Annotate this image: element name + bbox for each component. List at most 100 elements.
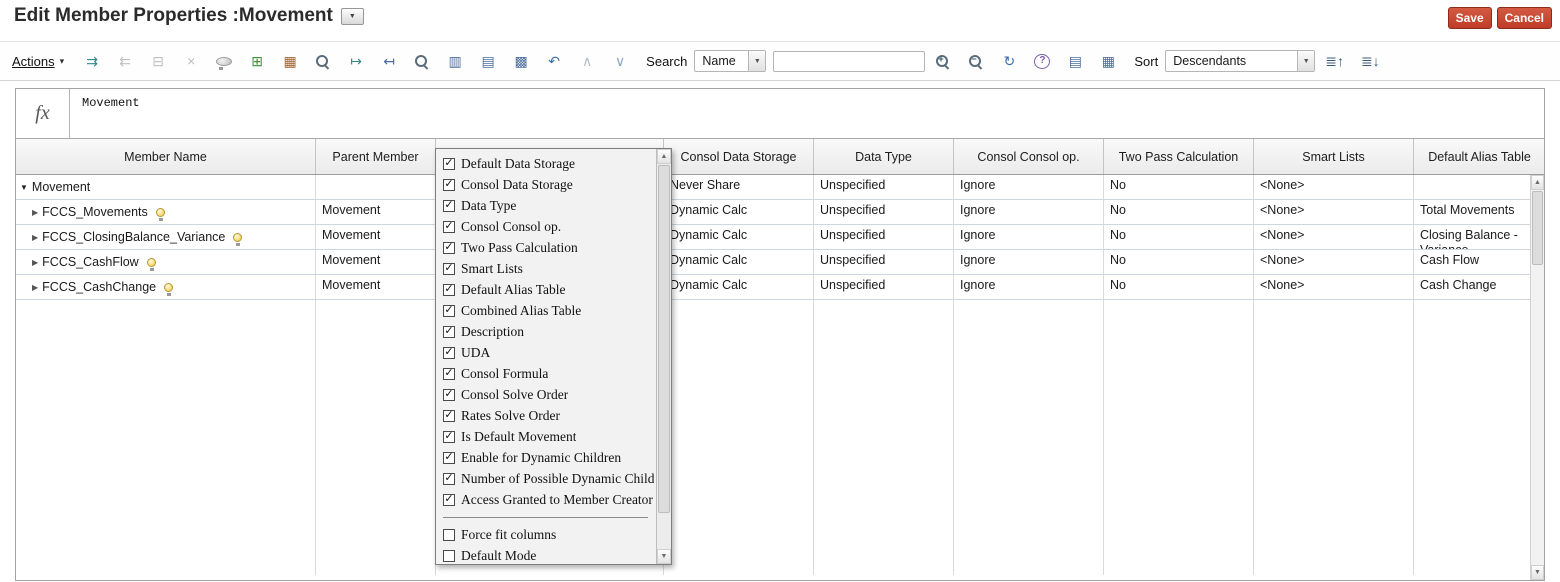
column-menu-item[interactable]: ✓Access Granted to Member Creator [443, 489, 654, 510]
column-header[interactable]: Consol Consol op. [954, 139, 1104, 174]
column-menu-item[interactable]: ✓Rates Solve Order [443, 405, 654, 426]
table-row[interactable]: ▼MovementNever ShareUnspecifiedIgnoreNo<… [16, 175, 1544, 200]
checkbox-checked[interactable]: ✓ [443, 410, 455, 422]
member-selector-dropdown[interactable]: ▼ [341, 8, 364, 25]
column-menu-item[interactable]: ✓Consol Solve Order [443, 384, 654, 405]
save-button[interactable]: Save [1448, 7, 1492, 29]
column-menu-item[interactable]: ✓Combined Alias Table [443, 300, 654, 321]
checkbox-checked[interactable]: ✓ [443, 305, 455, 317]
checkbox-unchecked[interactable] [443, 529, 455, 541]
column-menu-item[interactable]: ✓Data Type [443, 195, 654, 216]
sort-descending-icon[interactable]: ≣↓ [1361, 53, 1380, 69]
checkbox-checked[interactable]: ✓ [443, 347, 455, 359]
add-member-icon[interactable]: ⊞ [249, 53, 265, 69]
vertical-scrollbar[interactable]: ▲ ▼ [1530, 175, 1544, 580]
column-header[interactable]: Default Alias Table [1414, 139, 1545, 174]
checkbox-checked[interactable]: ✓ [443, 242, 455, 254]
column-menu-item[interactable]: ✓Default Data Storage [443, 153, 654, 174]
column-menu-item[interactable]: Force fit columns [443, 524, 654, 545]
sort-select[interactable]: Descendants ▼ [1165, 50, 1315, 72]
expand-node-icon[interactable]: ▶ [32, 280, 38, 295]
table-view-icon[interactable]: ▦ [1100, 53, 1116, 69]
checkbox-checked[interactable]: ✓ [443, 284, 455, 296]
column-menu-item[interactable]: Default Mode [443, 545, 654, 564]
checkbox-checked[interactable]: ✓ [443, 326, 455, 338]
column-menu-item[interactable]: ✓Consol Data Storage [443, 174, 654, 195]
checkbox-checked[interactable]: ✓ [443, 389, 455, 401]
zoom-out-icon[interactable]: − [968, 54, 984, 69]
checkbox-checked[interactable]: ✓ [443, 200, 455, 212]
actions-menu[interactable]: Actions ▾ [12, 54, 64, 69]
column-menu-item[interactable]: ✓Consol Formula [443, 363, 654, 384]
column-header[interactable]: Member Name [16, 139, 316, 174]
sort-ascending-icon[interactable]: ≣↑ [1325, 53, 1344, 69]
checkbox-checked[interactable]: ✓ [443, 221, 455, 233]
scroll-thumb[interactable] [1532, 191, 1543, 265]
table-row[interactable]: ▶FCCS_CashChangeMovementDynamic CalcUnsp… [16, 275, 1544, 300]
checkbox-checked[interactable]: ✓ [443, 158, 455, 170]
column-header[interactable]: Data Type [814, 139, 954, 174]
scroll-thumb[interactable] [658, 165, 670, 513]
collapse-node-icon[interactable]: ▼ [20, 180, 28, 195]
scroll-up-button[interactable]: ▲ [1531, 175, 1544, 190]
help-icon[interactable]: ? [1034, 54, 1050, 69]
popup-scrollbar[interactable]: ▲ ▼ [656, 149, 671, 564]
table-row[interactable]: ▶FCCS_CashFlowMovementDynamic CalcUnspec… [16, 250, 1544, 275]
cancel-button[interactable]: Cancel [1497, 7, 1552, 29]
select-rows-icon[interactable]: ▤ [480, 53, 496, 69]
checkbox-checked[interactable]: ✓ [443, 179, 455, 191]
member-name-cell: ▼Movement [16, 175, 316, 200]
next-icon[interactable]: ∨ [612, 53, 628, 69]
scroll-up-button[interactable]: ▲ [657, 149, 671, 164]
column-header[interactable]: Two Pass Calculation [1104, 139, 1254, 174]
column-menu-item[interactable]: ✓Description [443, 321, 654, 342]
checkbox-checked[interactable]: ✓ [443, 431, 455, 443]
expand-node-icon[interactable]: ▶ [32, 230, 38, 245]
search-tree-icon[interactable] [315, 54, 331, 69]
keep-members-icon[interactable]: ⊟ [150, 53, 166, 69]
expand-node-icon[interactable]: ▶ [32, 205, 38, 220]
column-menu-item[interactable]: ✓Enable for Dynamic Children [443, 447, 654, 468]
shared-member-toolbar-icon[interactable] [216, 57, 232, 66]
table-row[interactable]: ▶FCCS_MovementsMovementDynamic CalcUnspe… [16, 200, 1544, 225]
freeze-columns-icon[interactable]: ▩ [513, 53, 529, 69]
search-field-select[interactable]: Name ▼ [694, 50, 766, 72]
zoom-in-member-icon[interactable]: ⇉ [84, 53, 100, 69]
select-columns-icon[interactable]: ▥ [447, 53, 463, 69]
column-menu-item[interactable]: ✓Is Default Movement [443, 426, 654, 447]
column-menu-item[interactable]: ✓Default Alias Table [443, 279, 654, 300]
column-header[interactable]: Parent Member [316, 139, 436, 174]
move-member-icon[interactable]: ▦ [282, 53, 298, 69]
column-menu-item[interactable]: ✓UDA [443, 342, 654, 363]
column-header[interactable]: Smart Lists [1254, 139, 1414, 174]
checkbox-checked[interactable]: ✓ [443, 473, 455, 485]
checkbox-checked[interactable]: ✓ [443, 368, 455, 380]
chevron-down-icon[interactable]: ▼ [1297, 51, 1314, 71]
delete-member-icon[interactable]: × [183, 53, 199, 69]
undo-icon[interactable]: ↶ [546, 53, 562, 69]
previous-icon[interactable]: ∧ [579, 53, 595, 69]
formula-value[interactable]: Movement [70, 89, 1544, 138]
scroll-down-button[interactable]: ▼ [657, 549, 671, 564]
checkbox-checked[interactable]: ✓ [443, 494, 455, 506]
column-menu-item[interactable]: ✓Consol Consol op. [443, 216, 654, 237]
column-header[interactable]: Consol Data Storage [664, 139, 814, 174]
zoom-in-icon[interactable]: + [935, 54, 951, 69]
column-menu-item[interactable]: ✓Number of Possible Dynamic Children [443, 468, 654, 489]
search-input[interactable] [773, 51, 925, 72]
zoom-out-member-icon[interactable]: ⇇ [117, 53, 133, 69]
checkbox-checked[interactable]: ✓ [443, 452, 455, 464]
refresh-icon[interactable]: ↻ [1001, 53, 1017, 69]
chevron-down-icon[interactable]: ▼ [748, 51, 765, 71]
checkbox-unchecked[interactable] [443, 550, 455, 562]
checkbox-checked[interactable]: ✓ [443, 263, 455, 275]
scroll-down-button[interactable]: ▼ [1531, 565, 1544, 580]
outdent-member-icon[interactable]: ↤ [381, 53, 397, 69]
column-menu-item[interactable]: ✓Smart Lists [443, 258, 654, 279]
find-in-tree-icon[interactable] [414, 54, 430, 69]
table-row[interactable]: ▶FCCS_ClosingBalance_VarianceMovementDyn… [16, 225, 1544, 250]
expand-node-icon[interactable]: ▶ [32, 255, 38, 270]
indent-member-icon[interactable]: ↦ [348, 53, 364, 69]
detach-table-icon[interactable]: ▤ [1067, 53, 1083, 69]
column-menu-item[interactable]: ✓Two Pass Calculation [443, 237, 654, 258]
